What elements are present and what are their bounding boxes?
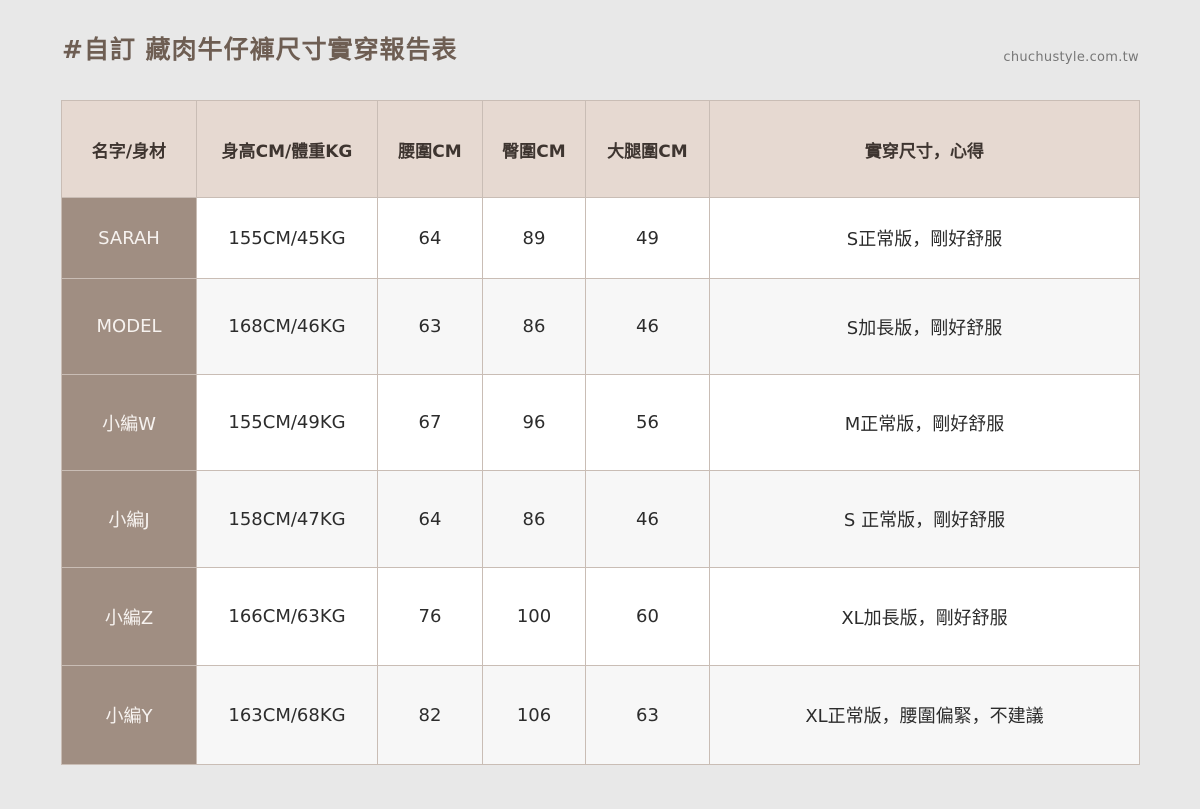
cell-thigh: 56 (585, 374, 710, 471)
cell-waist: 67 (377, 374, 483, 471)
cell-thigh: 49 (585, 197, 710, 279)
size-report-table: 名字/身材 身高CM/體重KG 腰圍CM 臀圍CM 大腿圍CM 實穿尺寸，心得 … (61, 100, 1140, 765)
cell-waist: 63 (377, 278, 483, 375)
cell-waist: 64 (377, 470, 483, 568)
cell-name: MODEL (61, 278, 197, 375)
cell-hip: 86 (482, 278, 586, 375)
cell-height-weight: 163CM/68KG (196, 665, 378, 765)
column-header-fit-note: 實穿尺寸，心得 (709, 100, 1140, 198)
cell-waist: 82 (377, 665, 483, 765)
column-header-height-weight: 身高CM/體重KG (196, 100, 378, 198)
cell-thigh: 60 (585, 567, 710, 666)
cell-hip: 100 (482, 567, 586, 666)
page-title: #自訂 藏肉牛仔褲尺寸實穿報告表 (62, 35, 458, 64)
cell-hip: 106 (482, 665, 586, 765)
cell-thigh: 46 (585, 278, 710, 375)
cell-height-weight: 155CM/45KG (196, 197, 378, 279)
table-row: 小編W 155CM/49KG 67 96 56 M正常版，剛好舒服 (61, 374, 1140, 471)
table-row: 小編Z 166CM/63KG 76 100 60 XL加長版，剛好舒服 (61, 567, 1140, 666)
cell-hip: 86 (482, 470, 586, 568)
cell-height-weight: 158CM/47KG (196, 470, 378, 568)
column-header-hip: 臀圍CM (482, 100, 586, 198)
cell-height-weight: 168CM/46KG (196, 278, 378, 375)
cell-fit-note: M正常版，剛好舒服 (709, 374, 1140, 471)
cell-fit-note: XL加長版，剛好舒服 (709, 567, 1140, 666)
cell-hip: 89 (482, 197, 586, 279)
cell-waist: 64 (377, 197, 483, 279)
table-row: SARAH 155CM/45KG 64 89 49 S正常版，剛好舒服 (61, 197, 1140, 279)
cell-height-weight: 166CM/63KG (196, 567, 378, 666)
cell-fit-note: S正常版，剛好舒服 (709, 197, 1140, 279)
column-header-name: 名字/身材 (61, 100, 197, 198)
table-row: MODEL 168CM/46KG 63 86 46 S加長版，剛好舒服 (61, 278, 1140, 375)
cell-hip: 96 (482, 374, 586, 471)
site-url: chuchustyle.com.tw (1003, 50, 1139, 65)
cell-name: 小編W (61, 374, 197, 471)
cell-fit-note: S加長版，剛好舒服 (709, 278, 1140, 375)
cell-thigh: 46 (585, 470, 710, 568)
cell-name: 小編Z (61, 567, 197, 666)
column-header-waist: 腰圍CM (377, 100, 483, 198)
cell-waist: 76 (377, 567, 483, 666)
cell-thigh: 63 (585, 665, 710, 765)
cell-height-weight: 155CM/49KG (196, 374, 378, 471)
cell-name: 小編Y (61, 665, 197, 765)
table-row: 小編J 158CM/47KG 64 86 46 S 正常版，剛好舒服 (61, 470, 1140, 568)
cell-fit-note: XL正常版，腰圍偏緊，不建議 (709, 665, 1140, 765)
table-header-row: 名字/身材 身高CM/體重KG 腰圍CM 臀圍CM 大腿圍CM 實穿尺寸，心得 (61, 100, 1140, 198)
cell-fit-note: S 正常版，剛好舒服 (709, 470, 1140, 568)
table-row: 小編Y 163CM/68KG 82 106 63 XL正常版，腰圍偏緊，不建議 (61, 665, 1140, 765)
cell-name: 小編J (61, 470, 197, 568)
column-header-thigh: 大腿圍CM (585, 100, 710, 198)
cell-name: SARAH (61, 197, 197, 279)
